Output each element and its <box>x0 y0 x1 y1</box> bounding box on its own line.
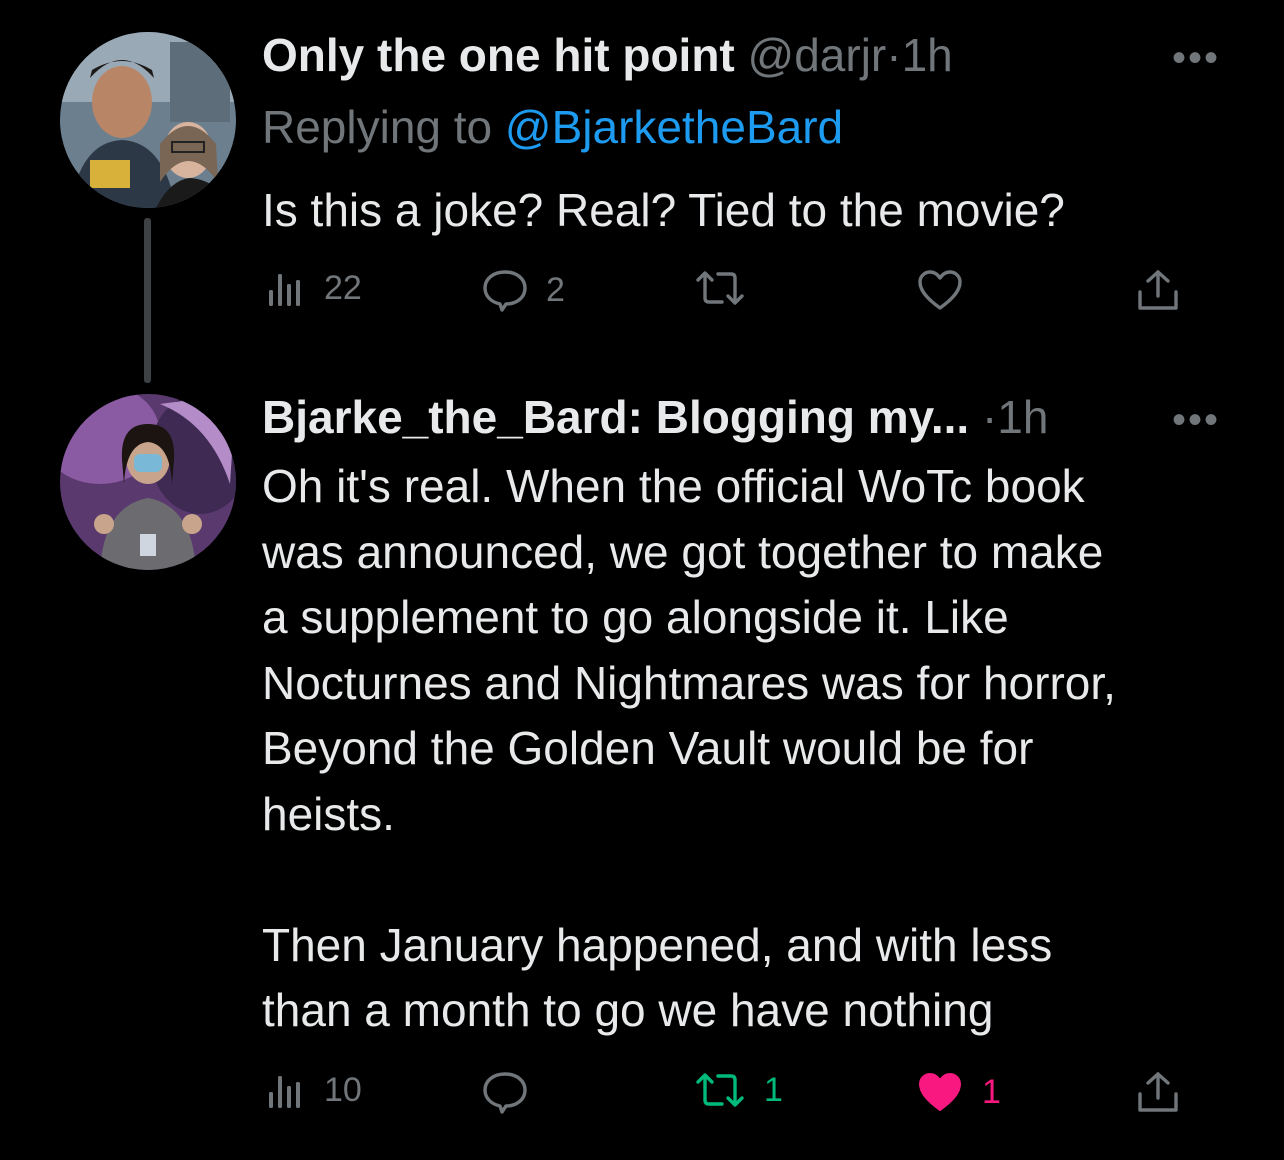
like-button[interactable] <box>916 268 982 312</box>
views-icon <box>269 1076 300 1108</box>
replying-to: Replying to @BjarketheBard <box>262 100 843 154</box>
reply-button[interactable]: 2 <box>482 268 565 312</box>
like-button[interactable]: 1 <box>916 1070 1001 1114</box>
views-button[interactable]: 10 <box>266 1070 362 1110</box>
views-count: 10 <box>324 1070 362 1109</box>
tweet-text: Oh it's real. When the official WoTc boo… <box>262 460 1116 1036</box>
views-count: 22 <box>324 268 362 307</box>
retweet-icon <box>696 271 744 305</box>
like-icon <box>918 270 962 310</box>
views-icon <box>269 274 300 306</box>
tweet-header: Only the one hit point @darjr·1h <box>262 28 953 82</box>
retweet-button[interactable]: 1 <box>694 1070 783 1110</box>
separator: · <box>886 29 902 81</box>
action-bar: 22 2 <box>262 268 1192 318</box>
timestamp[interactable]: 1h <box>997 391 1048 443</box>
replying-prefix: Replying to <box>262 101 493 153</box>
avatar[interactable] <box>60 394 236 570</box>
retweet-button[interactable] <box>694 268 764 308</box>
views-button[interactable]: 22 <box>266 268 362 308</box>
display-name[interactable]: Only the one hit point <box>262 29 735 81</box>
retweet-count: 1 <box>764 1070 783 1109</box>
reply-button[interactable] <box>482 1070 546 1114</box>
more-icon[interactable]: ••• <box>1172 36 1220 81</box>
timestamp[interactable]: 1h <box>902 29 953 81</box>
reply-count: 2 <box>546 270 565 309</box>
share-icon <box>1138 270 1178 310</box>
share-button[interactable] <box>1136 268 1180 312</box>
thread-line <box>144 218 151 383</box>
display-name[interactable]: Bjarke_the_Bard: Blogging my... <box>262 391 969 443</box>
avatar[interactable] <box>60 32 236 208</box>
share-icon <box>1138 1072 1178 1112</box>
tweet-header: Bjarke_the_Bard: Blogging my... ·1h <box>262 390 1048 444</box>
handle[interactable]: @darjr <box>748 29 887 81</box>
separator: · <box>981 391 998 443</box>
share-button[interactable] <box>1136 1070 1180 1114</box>
like-icon <box>919 1073 961 1111</box>
more-icon[interactable]: ••• <box>1172 398 1220 443</box>
reply-icon <box>483 270 527 312</box>
replying-handle-link[interactable]: @BjarketheBard <box>505 101 843 153</box>
action-bar: 10 1 1 <box>262 1070 1192 1120</box>
tweet-text: Is this a joke? Real? Tied to the movie? <box>262 184 1065 236</box>
retweet-icon <box>696 1073 744 1107</box>
reply-icon <box>483 1072 527 1114</box>
like-count: 1 <box>982 1072 1001 1111</box>
